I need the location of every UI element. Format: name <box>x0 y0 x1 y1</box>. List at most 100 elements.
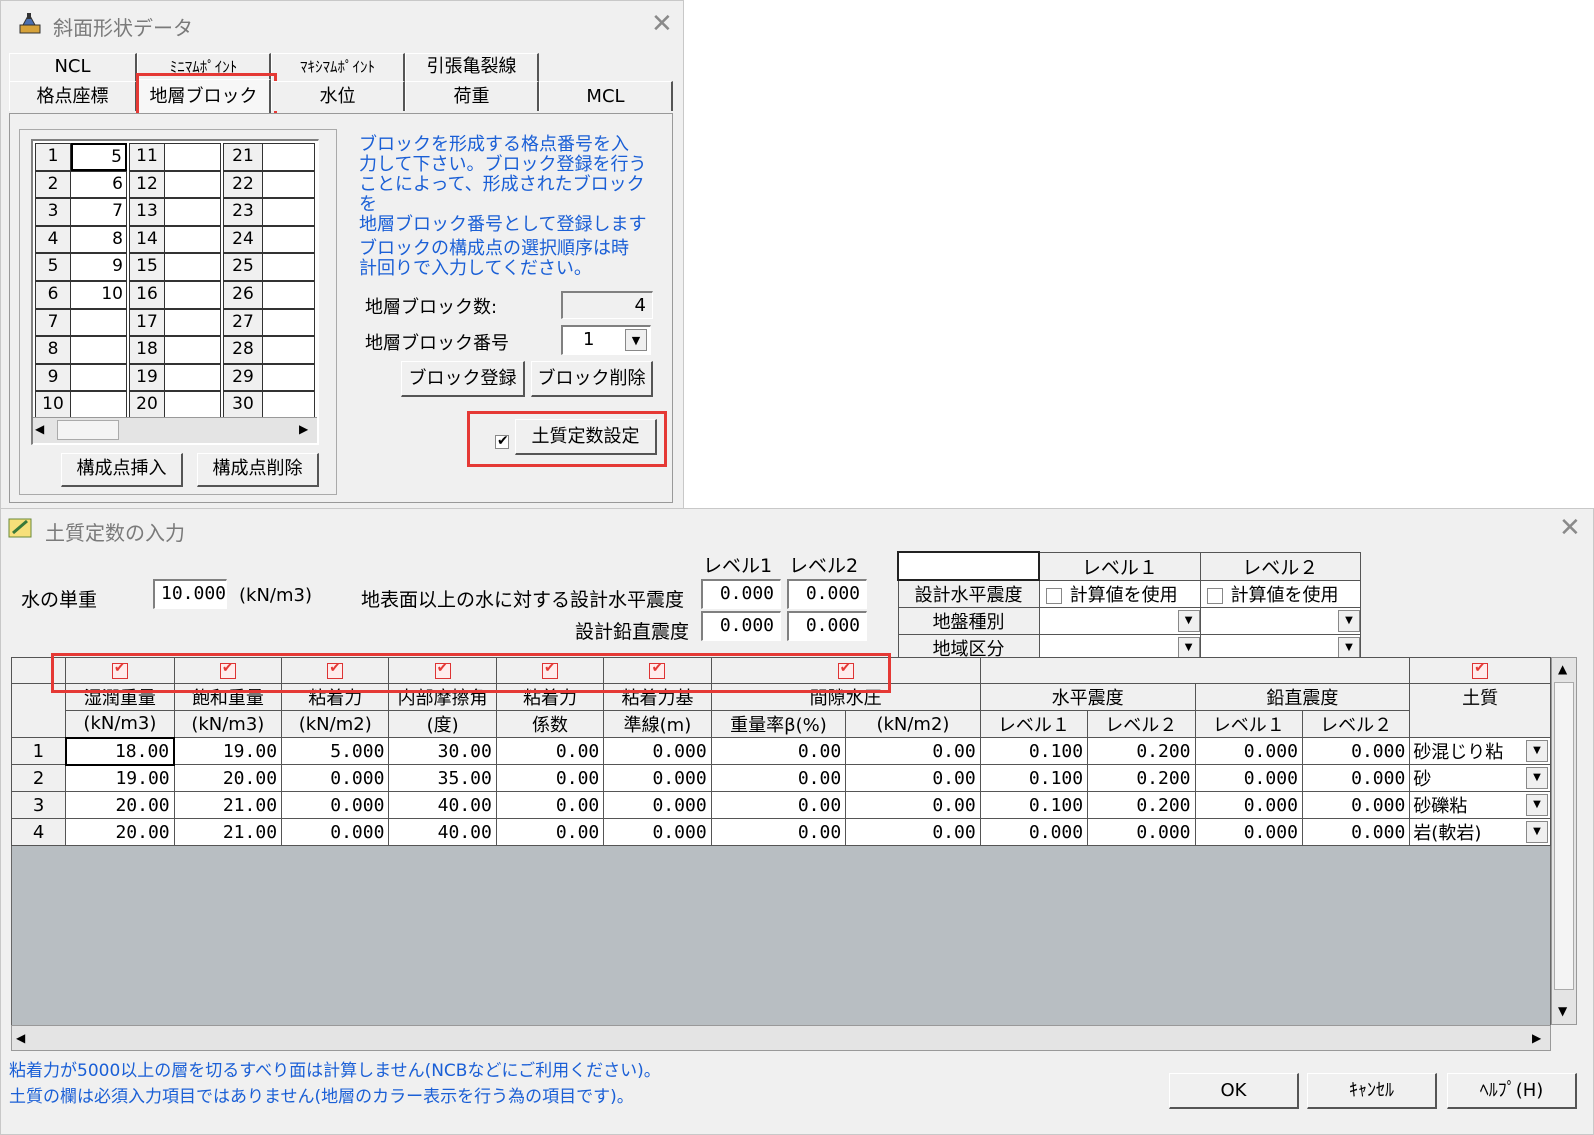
cell-h2[interactable]: 0.200 <box>1087 791 1196 819</box>
cell-coh[interactable]: 0.000 <box>281 791 390 819</box>
node-input[interactable] <box>165 143 221 171</box>
chevron-down-icon[interactable]: ▼ <box>1177 610 1200 632</box>
chevron-down-icon[interactable]: ▼ <box>625 329 647 351</box>
cell-wet[interactable]: 19.00 <box>65 764 175 792</box>
use-calc-l2-checkbox[interactable] <box>1206 587 1223 604</box>
tab-ncl[interactable]: NCL <box>9 53 137 81</box>
cell-wet[interactable]: 18.00 <box>64 736 176 766</box>
chevron-down-icon[interactable]: ▼ <box>1338 637 1360 659</box>
insert-point-button[interactable]: 構成点挿入 <box>61 453 183 487</box>
cell-cohc[interactable]: 0.00 <box>495 791 605 819</box>
cell-wet[interactable]: 20.00 <box>65 818 175 846</box>
horiz-coef-l1-input[interactable]: 0.000 <box>701 579 781 609</box>
node-input[interactable] <box>263 336 315 364</box>
node-input[interactable] <box>165 308 221 337</box>
cell-v2[interactable]: 0.000 <box>1301 737 1411 765</box>
soil-select[interactable]: 砂 ▼ <box>1409 764 1551 792</box>
cell-phi[interactable]: 40.00 <box>388 791 497 819</box>
scroll-thumb[interactable] <box>1554 682 1574 990</box>
cell-cohb[interactable]: 0.000 <box>603 791 712 819</box>
tab-mcl[interactable]: MCL <box>539 81 673 111</box>
cell-sat[interactable]: 21.00 <box>173 818 283 846</box>
ground-type-l2-select[interactable]: ▼ <box>1199 607 1362 635</box>
cell-sat[interactable]: 20.00 <box>173 764 283 792</box>
node-input[interactable]: 8 <box>71 225 127 254</box>
node-input[interactable] <box>263 253 315 281</box>
node-input[interactable] <box>263 198 315 226</box>
tab-maximum-point[interactable]: ﾏｷｼﾏﾑﾎﾟｲﾝﾄ <box>271 53 405 81</box>
chevron-down-icon[interactable]: ▼ <box>1177 637 1200 659</box>
node-input[interactable]: 6 <box>71 170 127 199</box>
scroll-left-icon[interactable]: ◀ <box>16 1031 25 1045</box>
node-input[interactable]: 10 <box>71 281 127 309</box>
node-input[interactable] <box>71 391 127 419</box>
cell-coh[interactable]: 0.000 <box>281 818 390 846</box>
tab-water-level[interactable]: 水位 <box>271 81 405 111</box>
check-icon[interactable] <box>1472 660 1489 679</box>
block-register-button[interactable]: ブロック登録 <box>401 361 525 397</box>
soil-const-button[interactable]: 土質定数設定 <box>515 419 657 455</box>
soil-select[interactable]: 砂礫粘 ▼ <box>1409 791 1551 819</box>
chevron-down-icon[interactable]: ▼ <box>1526 740 1548 762</box>
node-input[interactable] <box>165 336 221 364</box>
close-icon[interactable]: ✕ <box>651 11 673 37</box>
cell-sat[interactable]: 21.00 <box>173 791 283 819</box>
node-input[interactable] <box>71 308 127 337</box>
vert-coef-l1-input[interactable]: 0.000 <box>701 611 781 641</box>
scroll-right-icon[interactable]: ▶ <box>1532 1031 1541 1045</box>
cell-h1[interactable]: 0.100 <box>979 764 1089 792</box>
scroll-thumb[interactable] <box>57 420 119 440</box>
col-check-soil[interactable] <box>1409 657 1551 684</box>
delete-point-button[interactable]: 構成点削除 <box>197 453 319 487</box>
cell-wet[interactable]: 20.00 <box>65 791 175 819</box>
cell-v2[interactable]: 0.000 <box>1301 791 1411 819</box>
cell-phi[interactable]: 35.00 <box>388 764 497 792</box>
scroll-down-icon[interactable]: ▼ <box>1558 1004 1567 1018</box>
cell-v1[interactable]: 0.000 <box>1194 764 1303 792</box>
cell-v1[interactable]: 0.000 <box>1194 818 1303 846</box>
cell-h1[interactable]: 0.100 <box>979 791 1089 819</box>
cell-h2[interactable]: 0.000 <box>1087 818 1196 846</box>
cell-sat[interactable]: 19.00 <box>173 737 283 765</box>
tab-load[interactable]: 荷重 <box>405 81 539 111</box>
cell-v2[interactable]: 0.000 <box>1301 818 1411 846</box>
node-input[interactable]: 5 <box>71 143 127 171</box>
scroll-up-icon[interactable]: ▲ <box>1558 662 1567 676</box>
grid-hscrollbar[interactable]: ◀ ▶ <box>11 1025 1551 1051</box>
use-calc-l2[interactable]: 計算値を使用 <box>1199 579 1362 608</box>
cell-beta[interactable]: 0.00 <box>710 791 847 819</box>
node-input[interactable] <box>165 225 221 254</box>
cell-phi[interactable]: 30.00 <box>388 737 497 765</box>
cell-h1[interactable]: 0.100 <box>979 737 1089 765</box>
soil-select[interactable]: 岩(軟岩) ▼ <box>1409 818 1551 846</box>
use-calc-l1-checkbox[interactable] <box>1045 587 1062 604</box>
scroll-left-icon[interactable]: ◀ <box>35 422 44 436</box>
cell-pkn[interactable]: 0.00 <box>845 818 981 846</box>
block-delete-button[interactable]: ブロック削除 <box>531 361 653 397</box>
node-input[interactable] <box>165 391 221 419</box>
grid-hscrollbar[interactable]: ◀ ▶ <box>33 417 317 443</box>
cell-cohb[interactable]: 0.000 <box>603 818 712 846</box>
cell-h2[interactable]: 0.200 <box>1087 764 1196 792</box>
cell-cohc[interactable]: 0.00 <box>495 818 605 846</box>
cell-cohc[interactable]: 0.00 <box>495 764 605 792</box>
node-input[interactable] <box>263 391 315 419</box>
chevron-down-icon[interactable]: ▼ <box>1526 821 1548 843</box>
use-calc-l1[interactable]: 計算値を使用 <box>1038 579 1201 608</box>
ground-type-l1-select[interactable]: ▼ <box>1038 607 1201 635</box>
chevron-down-icon[interactable]: ▼ <box>1338 610 1360 632</box>
tab-tension-crack[interactable]: 引張亀裂線 <box>405 53 539 81</box>
cell-cohb[interactable]: 0.000 <box>603 764 712 792</box>
node-input[interactable] <box>263 308 315 337</box>
node-input[interactable] <box>165 253 221 281</box>
cell-coh[interactable]: 5.000 <box>281 737 390 765</box>
cell-phi[interactable]: 40.00 <box>388 818 497 846</box>
node-input[interactable] <box>263 363 315 392</box>
close-icon[interactable]: ✕ <box>1559 515 1581 541</box>
vert-coef-l2-input[interactable]: 0.000 <box>787 611 867 641</box>
node-input[interactable] <box>165 363 221 392</box>
cell-pkn[interactable]: 0.00 <box>845 791 981 819</box>
tab-node-coords[interactable]: 格点座標 <box>9 81 137 111</box>
cell-cohb[interactable]: 0.000 <box>603 737 712 765</box>
soil-const-checkbox[interactable] <box>495 433 509 449</box>
